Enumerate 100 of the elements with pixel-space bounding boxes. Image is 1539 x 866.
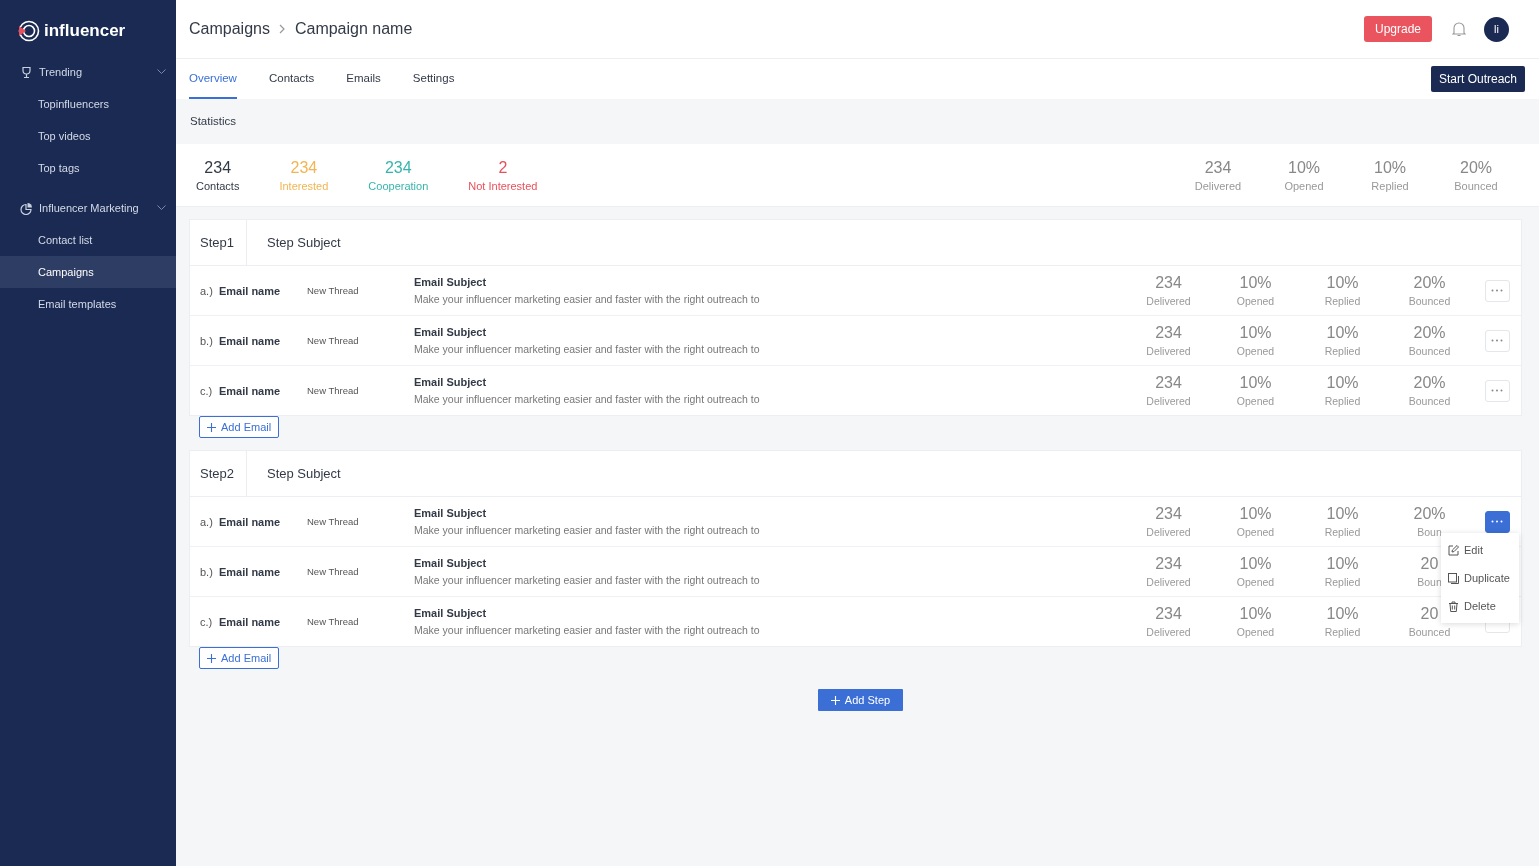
stat-value: 234	[1155, 374, 1182, 392]
stat-label: Replied	[1371, 179, 1409, 192]
email-index: b.)	[200, 334, 214, 347]
logo-text: influencer	[44, 21, 126, 41]
stat-label: Bounced	[1408, 395, 1451, 407]
stat-label: Opened	[1236, 345, 1275, 357]
more-icon	[1491, 289, 1503, 292]
plus-icon	[830, 695, 840, 705]
email-name: Email name	[219, 284, 282, 297]
trash-icon	[1448, 600, 1459, 612]
stat-label: Replied	[1324, 526, 1361, 538]
more-icon	[1491, 389, 1503, 392]
stat-label: Boun	[1417, 576, 1442, 588]
menu-item[interactable]: Delete	[1441, 592, 1519, 620]
email-index: a.)	[200, 284, 214, 297]
email-preview: Make your influencer marketing easier and faster with the right outreach to	[414, 393, 761, 405]
more-button[interactable]	[1484, 510, 1510, 533]
menu-item[interactable]: Edit	[1441, 536, 1519, 564]
email-index: a.)	[200, 515, 214, 528]
stat-value: 20%	[1413, 374, 1446, 392]
stat-label: Boun	[1417, 526, 1442, 538]
email-subject: Email Subject	[414, 507, 488, 519]
stat-value: 234	[384, 158, 412, 177]
stat-label: Not Interested	[468, 179, 538, 192]
nav-item[interactable]: Email templates	[0, 288, 176, 320]
stat-label: Delivered	[1146, 626, 1191, 638]
email-index: c.)	[200, 615, 214, 628]
step-number: Step2	[190, 451, 247, 496]
email-preview: Make your influencer marketing easier and faster with the right outreach to	[414, 624, 761, 636]
stat-value: 2	[498, 158, 508, 177]
stat-value: 10%	[1288, 158, 1320, 177]
add-step-button[interactable]: Add Step	[817, 689, 904, 711]
bell-icon[interactable]	[1452, 21, 1466, 37]
add-email-button[interactable]: Add Email	[199, 416, 280, 438]
thread-label: New Thread	[307, 285, 360, 296]
stat-value: 20	[1420, 605, 1439, 623]
stat-value: 10%	[1239, 555, 1272, 573]
email-preview: Make your influencer marketing easier and faster with the right outreach to	[414, 293, 761, 305]
nav-item[interactable]: Topinfluencers	[0, 88, 176, 120]
stat-value: 234	[1155, 555, 1182, 573]
stat-label: Replied	[1324, 626, 1361, 638]
tab[interactable]: Contacts	[268, 59, 315, 99]
step-subject: Step Subject	[266, 466, 341, 481]
pie-chart-icon	[20, 201, 33, 215]
stat-label: Replied	[1324, 576, 1361, 588]
stat-value: 20%	[1413, 274, 1446, 292]
thread-label: New Thread	[307, 516, 360, 527]
stat-label: Bounced	[1408, 345, 1451, 357]
avatar[interactable]: li	[1484, 16, 1509, 42]
nav-group-item[interactable]: Trending	[0, 56, 176, 88]
plus-icon	[207, 422, 216, 432]
stat-label: Delivered	[1194, 179, 1242, 192]
stat-label: Delivered	[1146, 576, 1191, 588]
stat-label: Opened	[1236, 295, 1275, 307]
stat-label: Replied	[1324, 345, 1361, 357]
step-subject: Step Subject	[266, 235, 341, 250]
stat-value: 10%	[1326, 555, 1359, 573]
stat-value: 234	[1204, 158, 1232, 177]
nav-item[interactable]: Contact list	[0, 224, 176, 256]
tab[interactable]: Overview	[189, 59, 237, 99]
email-subject: Email Subject	[414, 607, 488, 619]
menu-item[interactable]: Duplicate	[1441, 564, 1519, 592]
trophy-icon	[20, 65, 33, 79]
edit-icon	[1448, 544, 1459, 556]
thread-label: New Thread	[307, 335, 360, 346]
tab[interactable]: Settings	[412, 59, 455, 99]
stat-value: 234	[204, 158, 232, 177]
upgrade-button[interactable]: Upgrade	[1363, 16, 1432, 42]
stat-value: 20%	[1413, 505, 1446, 523]
nav-item[interactable]: Top tags	[0, 152, 176, 184]
stat-value: 10%	[1326, 374, 1359, 392]
breadcrumb-item[interactable]: Campaigns	[189, 20, 270, 38]
stat-value: 234	[290, 158, 318, 177]
stat-label: Opened	[1236, 395, 1275, 407]
add-email-button[interactable]: Add Email	[199, 647, 280, 669]
stat-label: Delivered	[1146, 295, 1191, 307]
stat-value: 10%	[1326, 324, 1359, 342]
thread-label: New Thread	[307, 385, 360, 396]
stat-label: Opened	[1236, 526, 1275, 538]
tab[interactable]: Emails	[346, 59, 381, 99]
nav-item[interactable]: Top videos	[0, 120, 176, 152]
email-name: Email name	[219, 515, 282, 528]
logo-icon	[16, 20, 40, 42]
thread-label: New Thread	[307, 616, 360, 627]
stat-value: 10%	[1326, 505, 1359, 523]
stat-label: Delivered	[1146, 526, 1191, 538]
nav-item[interactable]: Campaigns	[0, 256, 176, 288]
stat-value: 20%	[1460, 158, 1492, 177]
email-preview: Make your influencer marketing easier and faster with the right outreach to	[414, 524, 761, 536]
email-preview: Make your influencer marketing easier and faster with the right outreach to	[414, 574, 761, 586]
stat-label: Opened	[1236, 626, 1275, 638]
stat-label: Opened	[1284, 179, 1324, 192]
stat-value: 234	[1155, 324, 1182, 342]
stat-label: Replied	[1324, 295, 1361, 307]
email-subject: Email Subject	[414, 557, 488, 569]
nav-group-item[interactable]: Influencer Marketing	[0, 192, 176, 224]
stat-label: Bounced	[1454, 179, 1498, 192]
start-outreach-button[interactable]: Start Outreach	[1430, 66, 1525, 92]
stat-label: Contacts	[196, 179, 240, 192]
stat-label: Delivered	[1146, 395, 1191, 407]
